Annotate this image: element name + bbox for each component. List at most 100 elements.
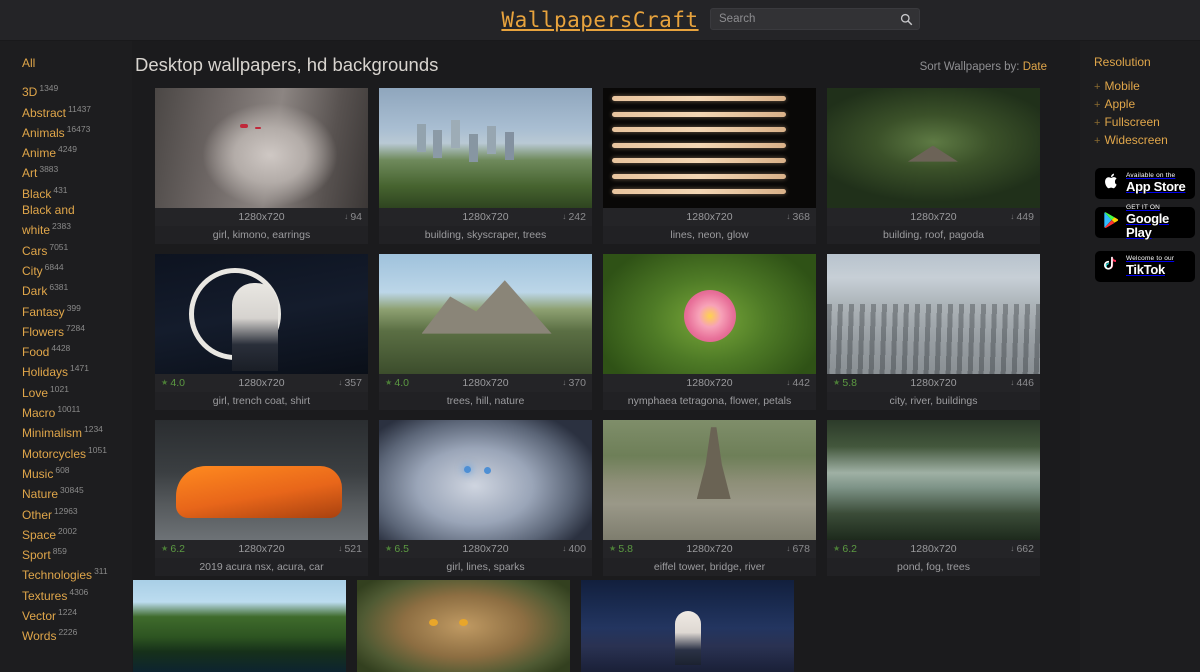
wallpaper-thumbnail[interactable] [827, 420, 1040, 540]
sidebar-item-macro[interactable]: Macro 10011 [22, 401, 126, 421]
page-title: Desktop wallpapers, hd backgrounds [135, 54, 439, 75]
sidebar-item-anime[interactable]: Anime 4249 [22, 141, 126, 161]
resolution-item-mobile[interactable]: + Mobile [1094, 78, 1200, 96]
resolution-item-widescreen[interactable]: + Widescreen [1094, 132, 1200, 150]
wallpaper-thumbnail[interactable] [827, 254, 1040, 374]
wallpaper-thumbnail[interactable] [133, 580, 346, 672]
sidebar-item-count: 11437 [68, 103, 92, 114]
download-value: 449 [1016, 211, 1034, 223]
wallpaper-card[interactable]: ★ 5.8 1280x720 ↓ 678 eiffel tower, bridge, … [603, 420, 816, 576]
sidebar-item-count: 1021 [50, 383, 69, 394]
download-value: 662 [1016, 543, 1034, 555]
wallpaper-thumbnail[interactable] [603, 88, 816, 208]
wallpaper-thumbnail[interactable] [603, 254, 816, 374]
search-box[interactable] [710, 8, 920, 30]
sidebar-item-technologies[interactable]: Technologies 311 [22, 563, 126, 583]
neon-bar [611, 189, 787, 194]
resolution-label: 1280x720 [910, 211, 957, 223]
wallpaper-card[interactable]: ★ 6.2 1280x720 ↓ 662 pond, fog, trees [827, 420, 1040, 576]
wallpaper-thumbnail[interactable] [603, 420, 816, 540]
wallpaper-tags[interactable]: girl, kimono, earrings [155, 226, 368, 244]
sidebar-item-cars[interactable]: Cars 7051 [22, 239, 126, 259]
sidebar-item-animals[interactable]: Animals 16473 [22, 121, 126, 141]
badge-title: TikTok [1126, 262, 1165, 278]
wallpaper-card[interactable]: 1280x720 ↓ 449 building, roof, pagoda [827, 88, 1040, 244]
sidebar-item-dark[interactable]: Dark 6381 [22, 279, 126, 299]
sidebar-item-words[interactable]: Words 2226 [22, 624, 126, 644]
wallpaper-thumbnail[interactable] [581, 580, 794, 672]
sidebar-item-flowers[interactable]: Flowers 7284 [22, 320, 126, 340]
sidebar-item-city[interactable]: City 6844 [22, 259, 126, 279]
wallpaper-card[interactable]: ★ 5.8 1280x720 ↓ 446 city, river, buildings [827, 254, 1040, 410]
sidebar-item-fantasy[interactable]: Fantasy 399 [22, 300, 126, 320]
sidebar-item-motorcycles[interactable]: Motorcycles 1051 [22, 442, 126, 462]
sidebar-item-black[interactable]: Black 431 [22, 182, 126, 202]
wallpaper-tags[interactable]: girl, trench coat, shirt [155, 392, 368, 410]
sidebar-item-art[interactable]: Art 3883 [22, 161, 126, 181]
sidebar-item-label: Space [22, 527, 57, 542]
wallpaper-image [379, 420, 592, 540]
wallpaper-thumbnail[interactable] [155, 420, 368, 540]
wallpaper-thumbnail[interactable] [379, 420, 592, 540]
wallpaper-card[interactable]: ★ 4.0 1280x720 ↓ 370 trees, hill, nature [379, 254, 592, 410]
wallpaper-thumbnail[interactable] [827, 88, 1040, 208]
wallpaper-thumbnail[interactable] [155, 88, 368, 208]
wallpaper-thumbnail[interactable] [379, 254, 592, 374]
sidebar-item-count: 4249 [58, 144, 77, 155]
wallpaper-image [827, 88, 1040, 208]
sidebar-item-nature[interactable]: Nature 30845 [22, 482, 126, 502]
sidebar-item-label: Words [22, 629, 57, 644]
wallpaper-card[interactable]: 1280x720 ↓ 442 nymphaea tetragona, flower,… [603, 254, 816, 410]
resolution-item-fullscreen[interactable]: + Fullscreen [1094, 114, 1200, 132]
wallpaper-card[interactable]: ★ 4.0 1280x720 ↓ 357 girl, trench coat, shi… [155, 254, 368, 410]
search-input[interactable] [719, 9, 894, 29]
wallpaper-tags[interactable]: eiffel tower, bridge, river [603, 558, 816, 576]
wallpaper-thumbnail[interactable] [357, 580, 570, 672]
sidebar-item-love[interactable]: Love 1021 [22, 381, 126, 401]
wallpaper-card[interactable]: ★ 6.2 1280x720 ↓ 521 2019 acura nsx, acura,… [155, 420, 368, 576]
download-value: 242 [568, 211, 586, 223]
sidebar-item-holidays[interactable]: Holidays 1471 [22, 360, 126, 380]
sidebar-item-food[interactable]: Food 4428 [22, 340, 126, 360]
sidebar-item-count: 4428 [51, 343, 71, 354]
sidebar-item-music[interactable]: Music 608 [22, 462, 126, 482]
wallpaper-tags[interactable]: trees, hill, nature [379, 392, 592, 410]
sidebar-item-label: Technologies [22, 568, 93, 583]
search-icon[interactable] [900, 13, 913, 26]
sidebar-item-black-and-white[interactable]: Black and white 2383 [22, 202, 126, 239]
sidebar-item-sport[interactable]: Sport 859 [22, 543, 126, 563]
wallpaper-thumbnail[interactable] [379, 88, 592, 208]
sidebar-item-space[interactable]: Space 2002 [22, 523, 126, 543]
wallpaper-tags[interactable]: 2019 acura nsx, acura, car [155, 558, 368, 576]
site-logo[interactable]: WallpapersCraft [0, 0, 1200, 41]
google-play-badge[interactable]: GET IT ON Google Play [1095, 205, 1195, 239]
wallpaper-tags[interactable]: lines, neon, glow [603, 226, 816, 244]
wallpaper-tags[interactable]: nymphaea tetragona, flower, petals [603, 392, 816, 410]
wallpaper-card[interactable]: 1280x720 ↓ 94 girl, kimono, earrings [155, 88, 368, 244]
wallpaper-tags[interactable]: building, skyscraper, trees [379, 226, 592, 244]
sidebar-item-label: Motorcycles [22, 446, 87, 461]
sidebar-item-3d[interactable]: 3D 1349 [22, 80, 126, 100]
sort-value[interactable]: Date [1023, 61, 1047, 73]
sidebar-item-all[interactable]: All [22, 55, 126, 71]
main-content: Desktop wallpapers, hd backgrounds Sort … [132, 41, 1080, 672]
tiktok-badge[interactable]: Welcome to our TikTok [1095, 251, 1195, 282]
sidebar-item-other[interactable]: Other 12963 [22, 503, 126, 523]
badge-title: App Store [1126, 179, 1186, 195]
wallpaper-card[interactable]: 1280x720 ↓ 242 building, skyscraper, trees [379, 88, 592, 244]
sidebar-item-minimalism[interactable]: Minimalism 1234 [22, 421, 126, 441]
sidebar-item-abstract[interactable]: Abstract 11437 [22, 101, 126, 121]
app-store-badge[interactable]: Available on the App Store [1095, 168, 1195, 199]
wallpaper-thumbnail[interactable] [155, 254, 368, 374]
wallpaper-card[interactable]: 1280x720 ↓ 368 lines, neon, glow [603, 88, 816, 244]
wallpaper-tags[interactable]: city, river, buildings [827, 392, 1040, 410]
wallpaper-tags[interactable]: girl, lines, sparks [379, 558, 592, 576]
resolution-item-apple[interactable]: + Apple [1094, 96, 1200, 114]
neon-bar [611, 142, 787, 148]
wallpaper-card[interactable]: ★ 6.5 1280x720 ↓ 400 girl, lines, sparks [379, 420, 592, 576]
wallpaper-tags[interactable]: building, roof, pagoda [827, 226, 1040, 244]
sidebar-item-vector[interactable]: Vector 1224 [22, 604, 126, 624]
wallpaper-meta: 1280x720 ↓ 94 [155, 208, 368, 226]
wallpaper-tags[interactable]: pond, fog, trees [827, 558, 1040, 576]
sidebar-item-textures[interactable]: Textures 4306 [22, 584, 126, 604]
